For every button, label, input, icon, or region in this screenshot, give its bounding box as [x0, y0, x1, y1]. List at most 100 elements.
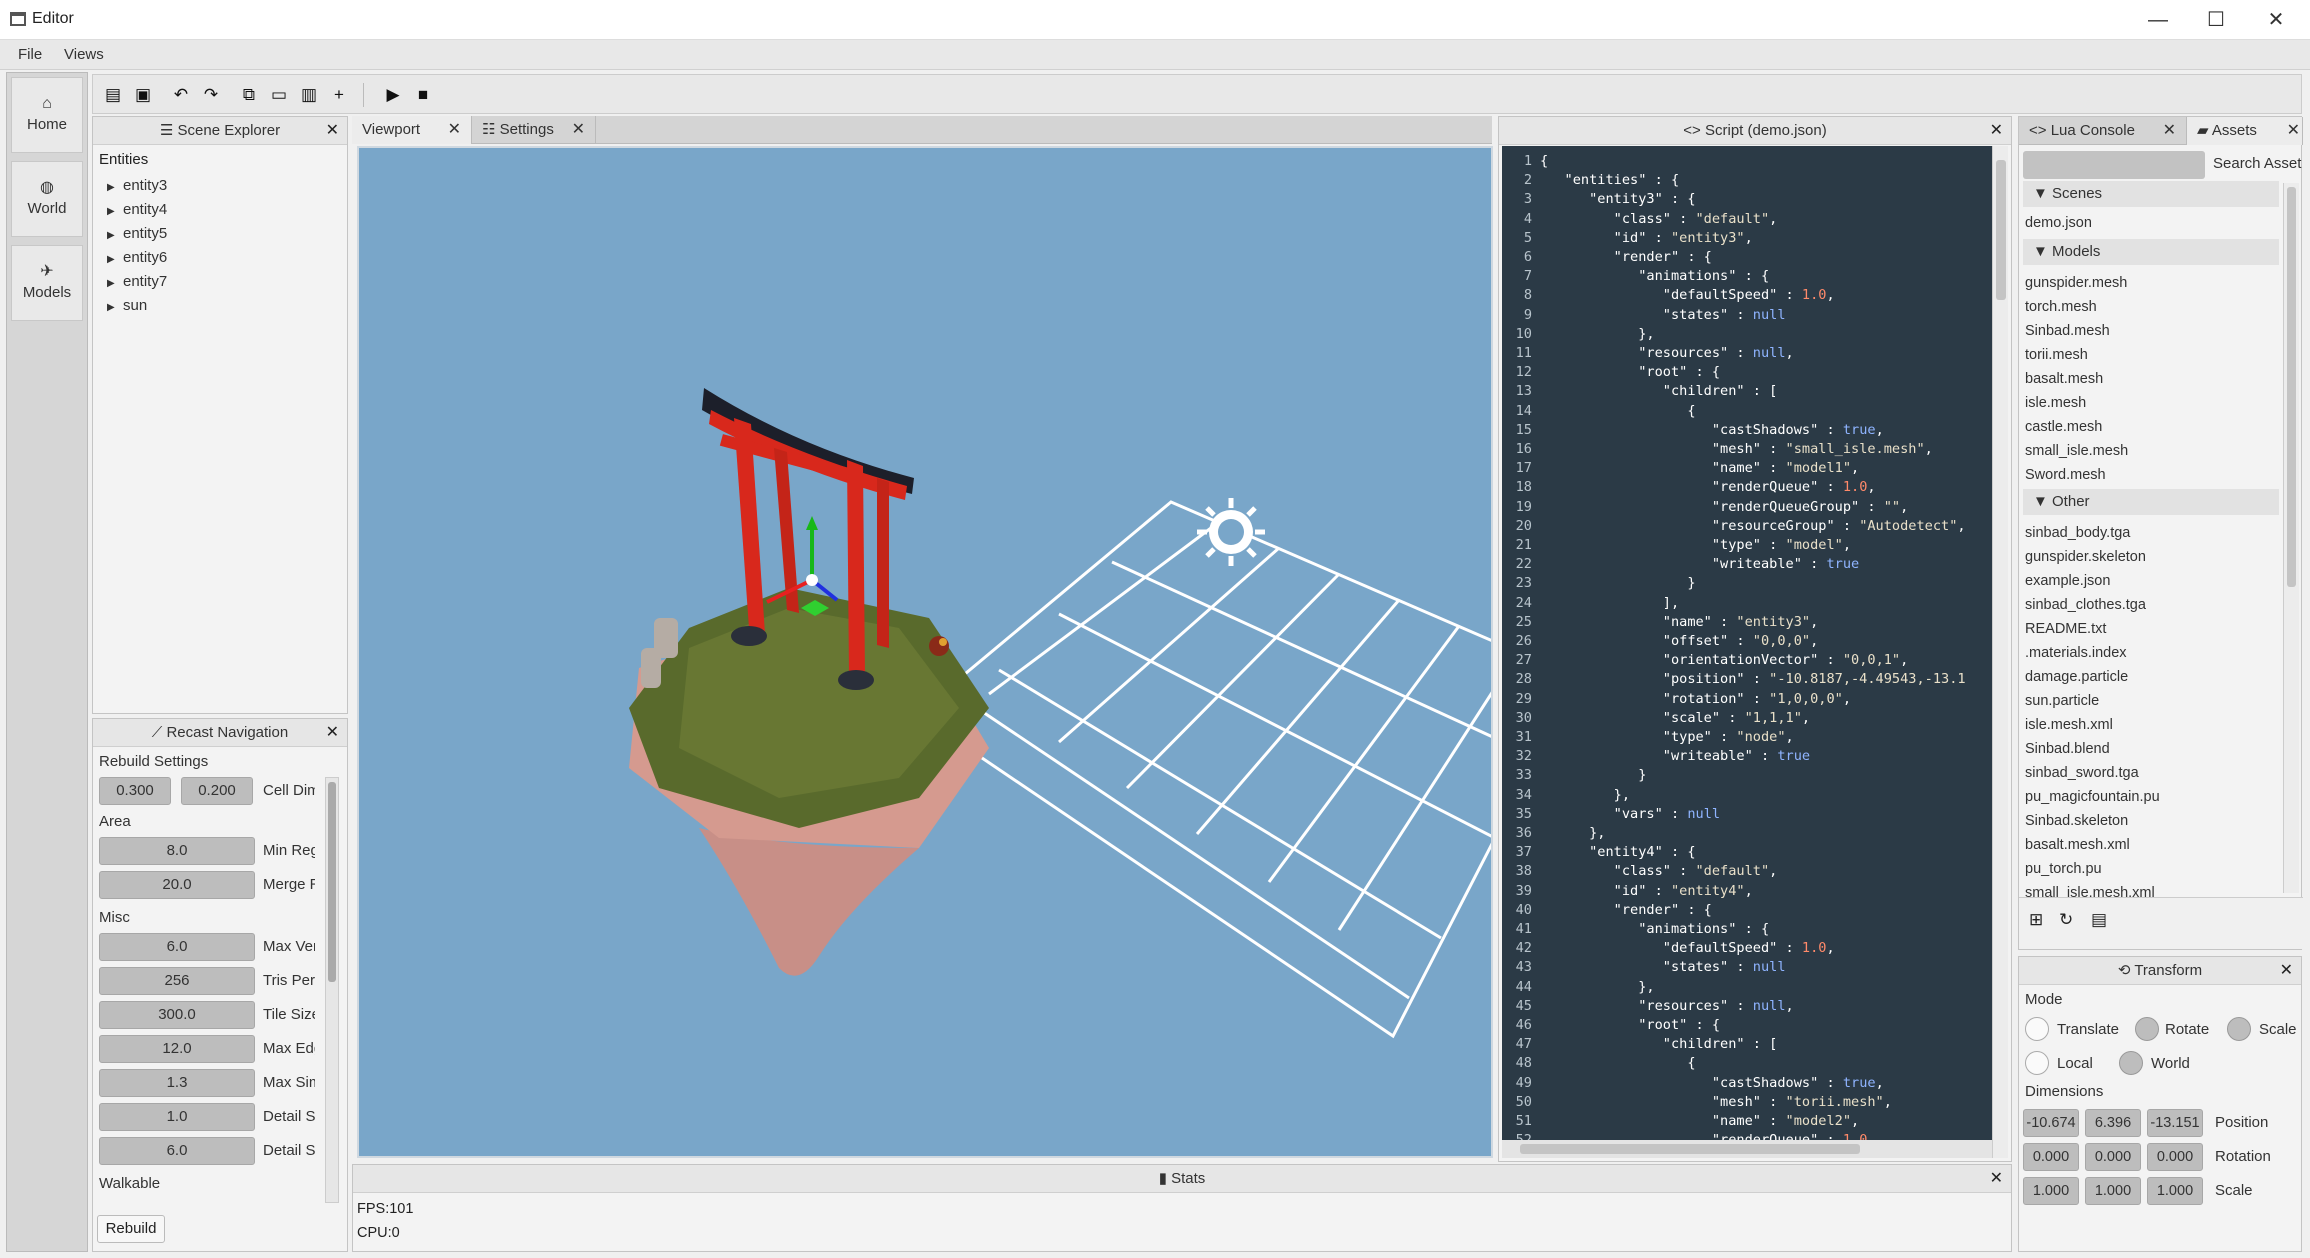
delete-icon[interactable]: ▥ — [295, 81, 323, 109]
copy-icon[interactable]: ⧉ — [235, 81, 263, 109]
rotation-y-input[interactable]: 0.000 — [2085, 1143, 2141, 1171]
close-icon[interactable]: ✕ — [2287, 117, 2300, 145]
tab-viewport[interactable]: Viewport ✕ — [352, 116, 472, 144]
scale-z-input[interactable]: 1.000 — [2147, 1177, 2203, 1205]
asset-item[interactable]: torch.mesh — [2025, 299, 2097, 315]
new-file-icon[interactable]: ▤ — [2091, 910, 2107, 930]
close-icon[interactable]: ✕ — [1990, 117, 2003, 145]
undo-icon[interactable]: ↶ — [167, 81, 195, 109]
sidebar-world-button[interactable]: ◍ World — [11, 161, 83, 237]
expand-arrow-icon[interactable]: ▶ — [107, 182, 123, 193]
assets-scenes-section[interactable]: ▼ Scenes — [2023, 181, 2279, 207]
tab-settings[interactable]: ☷ Settings ✕ — [472, 116, 596, 144]
close-icon[interactable]: ✕ — [326, 719, 339, 747]
translate-radio[interactable] — [2025, 1017, 2049, 1041]
asset-item[interactable]: torii.mesh — [2025, 347, 2088, 363]
expand-arrow-icon[interactable]: ▶ — [107, 254, 123, 265]
asset-item[interactable]: gunspider.skeleton — [2025, 549, 2146, 565]
world-radio[interactable] — [2119, 1051, 2143, 1075]
asset-item[interactable]: pu_magicfountain.pu — [2025, 789, 2160, 805]
asset-item[interactable]: sinbad_body.tga — [2025, 525, 2130, 541]
rotation-x-input[interactable]: 0.000 — [2023, 1143, 2079, 1171]
tree-item-entity3[interactable]: ▶ entity3 — [107, 177, 167, 194]
merge-region-input[interactable]: 20.0 — [99, 871, 255, 899]
rebuild-button[interactable]: Rebuild — [97, 1215, 165, 1243]
asset-search-input[interactable] — [2023, 151, 2205, 179]
expand-arrow-icon[interactable]: ▶ — [107, 206, 123, 217]
script-vertical-scrollbar[interactable] — [1992, 146, 2008, 1158]
tree-item-entity7[interactable]: ▶ entity7 — [107, 273, 167, 290]
tree-item-entity5[interactable]: ▶ entity5 — [107, 225, 167, 242]
tree-item-entity4[interactable]: ▶ entity4 — [107, 201, 167, 218]
script-editor[interactable]: 1 {2 "entities" : {3 "entity3" : {4 "clas… — [1502, 146, 1992, 1140]
expand-arrow-icon[interactable]: ▶ — [107, 278, 123, 289]
asset-item[interactable]: Sinbad.blend — [2025, 741, 2110, 757]
max-simp-input[interactable]: 1.3 — [99, 1069, 255, 1097]
script-horizontal-scrollbar[interactable] — [1502, 1140, 1992, 1158]
scale-y-input[interactable]: 1.000 — [2085, 1177, 2141, 1205]
asset-item[interactable]: .materials.index — [2025, 645, 2127, 661]
rotate-radio[interactable] — [2135, 1017, 2159, 1041]
tab-assets[interactable]: ▰ Assets ✕ — [2187, 117, 2303, 145]
add-icon[interactable]: + — [325, 81, 353, 109]
position-y-input[interactable]: 6.396 — [2085, 1109, 2141, 1137]
detail-sample-error-input[interactable]: 6.0 — [99, 1137, 255, 1165]
cell-size-input[interactable]: 0.300 — [99, 777, 171, 805]
recast-scrollbar[interactable] — [325, 777, 339, 1203]
close-icon[interactable]: ✕ — [572, 116, 585, 144]
cell-height-input[interactable]: 0.200 — [181, 777, 253, 805]
tree-item-entity6[interactable]: ▶ entity6 — [107, 249, 167, 266]
save-icon[interactable]: ▣ — [129, 81, 157, 109]
asset-item[interactable]: sun.particle — [2025, 693, 2099, 709]
local-radio[interactable] — [2025, 1051, 2049, 1075]
asset-item[interactable]: isle.mesh.xml — [2025, 717, 2113, 733]
add-asset-icon[interactable]: ⊞ — [2029, 910, 2043, 930]
asset-item[interactable]: damage.particle — [2025, 669, 2128, 685]
close-icon[interactable]: ✕ — [2163, 117, 2176, 145]
tab-lua-console[interactable]: <> Lua Console ✕ — [2019, 117, 2187, 145]
asset-item[interactable]: Sword.mesh — [2025, 467, 2106, 483]
tris-per-input[interactable]: 256 — [99, 967, 255, 995]
close-icon[interactable]: ✕ — [1990, 1165, 2003, 1193]
asset-item[interactable]: pu_torch.pu — [2025, 861, 2102, 877]
minimize-button[interactable]: — — [2128, 0, 2188, 40]
asset-item[interactable]: basalt.mesh — [2025, 371, 2103, 387]
close-icon[interactable]: ✕ — [448, 116, 461, 144]
viewport-3d[interactable] — [357, 146, 1493, 1158]
position-x-input[interactable]: -10.674 — [2023, 1109, 2079, 1137]
asset-item[interactable]: small_isle.mesh — [2025, 443, 2128, 459]
assets-scrollbar[interactable] — [2283, 183, 2299, 893]
close-icon[interactable]: ✕ — [2280, 957, 2293, 985]
asset-item[interactable]: demo.json — [2025, 215, 2092, 231]
assets-other-section[interactable]: ▼ Other — [2023, 489, 2279, 515]
scale-radio[interactable] — [2227, 1017, 2251, 1041]
paste-icon[interactable]: ▭ — [265, 81, 293, 109]
tree-item-sun[interactable]: ▶ sun — [107, 297, 147, 314]
sidebar-models-button[interactable]: ✈ Models — [11, 245, 83, 321]
asset-item[interactable]: basalt.mesh.xml — [2025, 837, 2130, 853]
position-z-input[interactable]: -13.151 — [2147, 1109, 2203, 1137]
asset-item[interactable]: castle.mesh — [2025, 419, 2102, 435]
asset-item[interactable]: Sinbad.skeleton — [2025, 813, 2128, 829]
expand-arrow-icon[interactable]: ▶ — [107, 230, 123, 241]
maximize-button[interactable]: ☐ — [2186, 0, 2246, 40]
stop-icon[interactable]: ■ — [409, 81, 437, 109]
rotation-z-input[interactable]: 0.000 — [2147, 1143, 2203, 1171]
close-window-button[interactable]: ✕ — [2246, 0, 2306, 40]
menu-file[interactable]: File — [18, 46, 42, 63]
asset-item[interactable]: Sinbad.mesh — [2025, 323, 2110, 339]
expand-arrow-icon[interactable]: ▶ — [107, 302, 123, 313]
detail-sample-dist-input[interactable]: 1.0 — [99, 1103, 255, 1131]
menu-views[interactable]: Views — [64, 46, 104, 63]
asset-item[interactable]: README.txt — [2025, 621, 2106, 637]
asset-item[interactable]: isle.mesh — [2025, 395, 2086, 411]
max-verts-input[interactable]: 6.0 — [99, 933, 255, 961]
tile-size-input[interactable]: 300.0 — [99, 1001, 255, 1029]
refresh-icon[interactable]: ↻ — [2059, 910, 2073, 930]
min-region-input[interactable]: 8.0 — [99, 837, 255, 865]
asset-item[interactable]: gunspider.mesh — [2025, 275, 2127, 291]
new-file-icon[interactable]: ▤ — [99, 81, 127, 109]
asset-item[interactable]: example.json — [2025, 573, 2110, 589]
redo-icon[interactable]: ↷ — [197, 81, 225, 109]
max-edge-input[interactable]: 12.0 — [99, 1035, 255, 1063]
